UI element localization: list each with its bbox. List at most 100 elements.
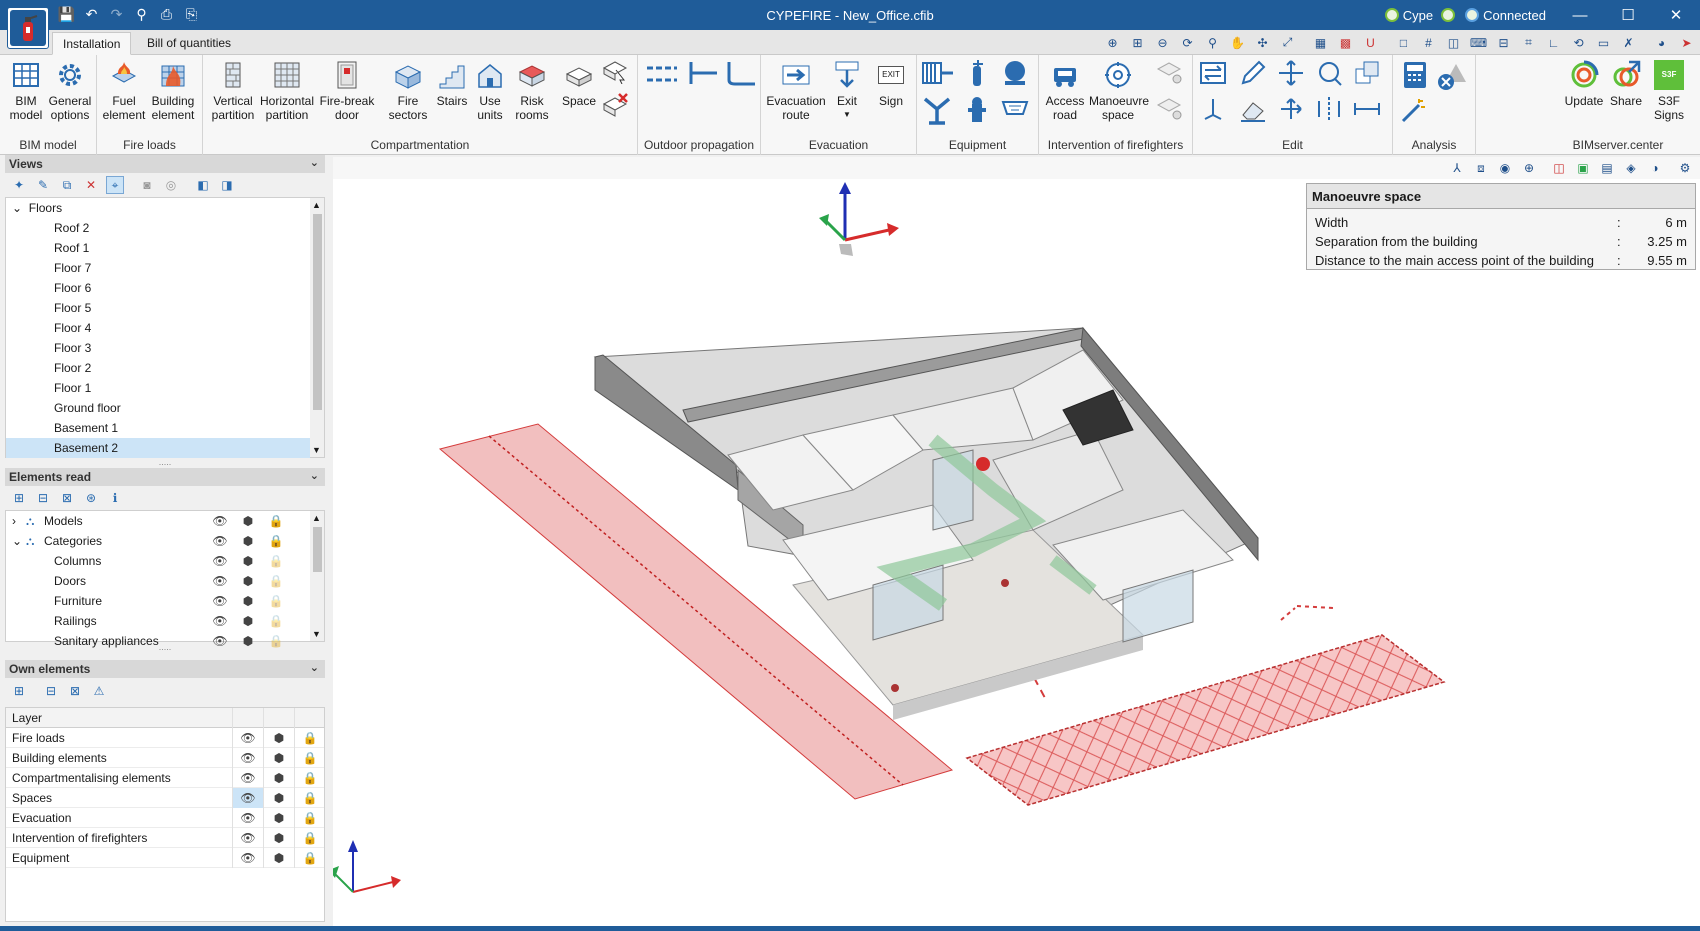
filter-icon[interactable]: ⊛ — [82, 489, 100, 507]
eye-icon[interactable]: 👁 — [206, 532, 234, 550]
tab-installation[interactable]: Installation — [52, 32, 132, 55]
view-item[interactable]: Floor 4 — [6, 318, 310, 338]
user-account[interactable]: Cype — [1384, 8, 1456, 23]
rotate-view-icon[interactable]: ⤢ — [1278, 33, 1297, 52]
smoke-detector-icon[interactable] — [1001, 95, 1029, 123]
cube-icon[interactable]: ⬢ — [234, 552, 262, 570]
eye-icon[interactable]: 👁 — [232, 728, 263, 748]
3d-stack-icon[interactable]: ◈ — [1622, 159, 1640, 177]
visibility-icon[interactable]: ◉ — [1496, 159, 1514, 177]
view-item[interactable]: Floor 2 — [6, 358, 310, 378]
panel-splitter[interactable]: ..... — [5, 458, 325, 467]
eye-icon[interactable]: 👁 — [232, 808, 263, 828]
view-3d-icon[interactable]: ◎ — [162, 176, 180, 194]
rectangle-icon[interactable]: □ — [1394, 33, 1413, 52]
layer-down-icon[interactable]: ⊠ — [66, 682, 84, 700]
axes-icon[interactable]: ⅄ — [1448, 159, 1466, 177]
add-layer-icon[interactable]: ⊞ — [10, 682, 28, 700]
lock-icon[interactable]: 🔒 — [294, 848, 325, 868]
save-icon[interactable]: 💾 — [58, 6, 75, 23]
lock-icon[interactable]: 🔒 — [294, 768, 325, 788]
tools-icon[interactable]: ✗ — [1619, 33, 1638, 52]
space-delete-icon[interactable] — [601, 91, 629, 119]
zoom-previous-icon[interactable]: ⊖ — [1153, 33, 1172, 52]
cube-icon[interactable]: ⬢ — [263, 848, 294, 868]
element-category-row[interactable]: Columns 👁 ⬢ 🔒 — [6, 551, 324, 571]
view-item[interactable]: Basement 1 — [6, 418, 310, 438]
app-logo[interactable] — [7, 7, 49, 49]
panel-splitter[interactable]: ..... — [5, 643, 325, 652]
risk-rooms-button[interactable]: Risk rooms — [509, 59, 555, 122]
hide-icon[interactable]: ◑ — [1646, 159, 1664, 177]
access-point-icon[interactable] — [1155, 59, 1183, 87]
eye-icon[interactable]: 👁 — [232, 848, 263, 868]
expand-icon[interactable]: ⌄ — [12, 531, 26, 551]
magnet-icon[interactable]: U — [1361, 33, 1380, 52]
ruler-icon[interactable]: ⊟ — [1494, 33, 1513, 52]
edit-pencil-icon[interactable] — [1239, 59, 1267, 87]
eye-icon[interactable]: 👁 — [206, 552, 234, 570]
hierarchy-icon[interactable]: ⊞ — [10, 489, 28, 507]
cube-icon[interactable]: ⬢ — [234, 572, 262, 590]
new-view-icon[interactable]: ✦ — [10, 176, 28, 194]
view-right-icon[interactable]: ◨ — [218, 176, 236, 194]
layer-up-icon[interactable]: ⊟ — [42, 682, 60, 700]
cube-icon[interactable]: ⬢ — [263, 808, 294, 828]
lock-icon[interactable]: 🔒 — [262, 572, 290, 590]
view-item[interactable]: Ground floor — [6, 398, 310, 418]
eye-icon[interactable]: 👁 — [232, 748, 263, 768]
measure-icon[interactable] — [1353, 95, 1381, 123]
collapse-icon[interactable]: ⌄ — [310, 469, 319, 482]
own-elements-panel-header[interactable]: Own elements ⌄ — [5, 660, 325, 678]
collapse-all-icon[interactable]: ⊠ — [58, 489, 76, 507]
comment-icon[interactable]: ▭ — [1594, 33, 1613, 52]
lock-icon[interactable]: 🔒 — [294, 788, 325, 808]
update-button[interactable]: Update — [1562, 59, 1606, 108]
angle-icon[interactable]: ∟ — [1544, 33, 1563, 52]
mirror-icon[interactable] — [1315, 95, 1343, 123]
layers-icon[interactable]: ▣ — [1574, 159, 1592, 177]
view-item[interactable]: Floor 1 — [6, 378, 310, 398]
share-button[interactable]: Share — [1604, 59, 1648, 108]
element-category-row[interactable]: › ⛬ Models 👁 ⬢ 🔒 — [6, 511, 324, 531]
move-icon[interactable] — [1277, 59, 1305, 87]
eye-icon[interactable]: 👁 — [232, 788, 263, 808]
eraser-icon[interactable] — [1239, 95, 1267, 123]
calculator-icon[interactable] — [1399, 59, 1431, 91]
stairs-button[interactable]: Stairs — [430, 59, 474, 108]
bim-model-button[interactable]: BIM model — [2, 59, 50, 122]
building-element-button[interactable]: Building element — [149, 59, 197, 122]
cube-icon[interactable]: ⬢ — [234, 512, 262, 530]
floor-plan-icon[interactable]: ▤ — [1598, 159, 1616, 177]
views-scrollbar[interactable]: ▲ ▼ — [310, 198, 324, 457]
space-button[interactable]: Space — [557, 59, 601, 108]
scroll-up-icon[interactable]: ▲ — [312, 200, 321, 210]
cube-icon[interactable]: ⬢ — [263, 748, 294, 768]
views-panel-header[interactable]: Views ⌄ — [5, 155, 325, 173]
zoom-window-icon[interactable]: ⊞ — [1128, 33, 1147, 52]
model-3d-view[interactable] — [333, 160, 1700, 928]
cube-icon[interactable]: ⬢ — [263, 728, 294, 748]
layer-row[interactable]: Spaces 👁 ⬢ 🔒 — [6, 788, 324, 808]
edit-view-icon[interactable]: ✎ — [34, 176, 52, 194]
orbit-view-icon[interactable]: ⊕ — [1520, 159, 1538, 177]
magic-wand-icon[interactable] — [1399, 97, 1427, 125]
sprinkler-icon[interactable] — [921, 95, 955, 125]
info-icon[interactable]: ℹ — [106, 489, 124, 507]
element-category-row[interactable]: ⌄ ⛬ Categories 👁 ⬢ 🔒 — [6, 531, 324, 551]
crop-icon[interactable]: ⌗ — [1519, 33, 1538, 52]
pan-icon[interactable]: ✋ — [1228, 33, 1247, 52]
scroll-down-icon[interactable]: ▼ — [312, 445, 321, 455]
align-icon[interactable] — [1199, 95, 1227, 123]
expand-all-icon[interactable]: ⊟ — [34, 489, 52, 507]
cube-icon[interactable]: ⬢ — [263, 788, 294, 808]
eye-icon[interactable]: 👁 — [206, 572, 234, 590]
facade-access-icon[interactable] — [1155, 95, 1183, 123]
fuel-element-button[interactable]: Fuel element — [100, 59, 148, 122]
s3f-signs-button[interactable]: S3F S3F Signs — [1646, 59, 1692, 122]
eye-icon[interactable]: 👁 — [232, 828, 263, 848]
errors-icon[interactable] — [1435, 61, 1467, 93]
eye-icon[interactable]: 👁 — [232, 768, 263, 788]
exit-dropdown-icon[interactable]: ▼ — [825, 108, 869, 122]
eye-icon[interactable]: 👁 — [206, 512, 234, 530]
